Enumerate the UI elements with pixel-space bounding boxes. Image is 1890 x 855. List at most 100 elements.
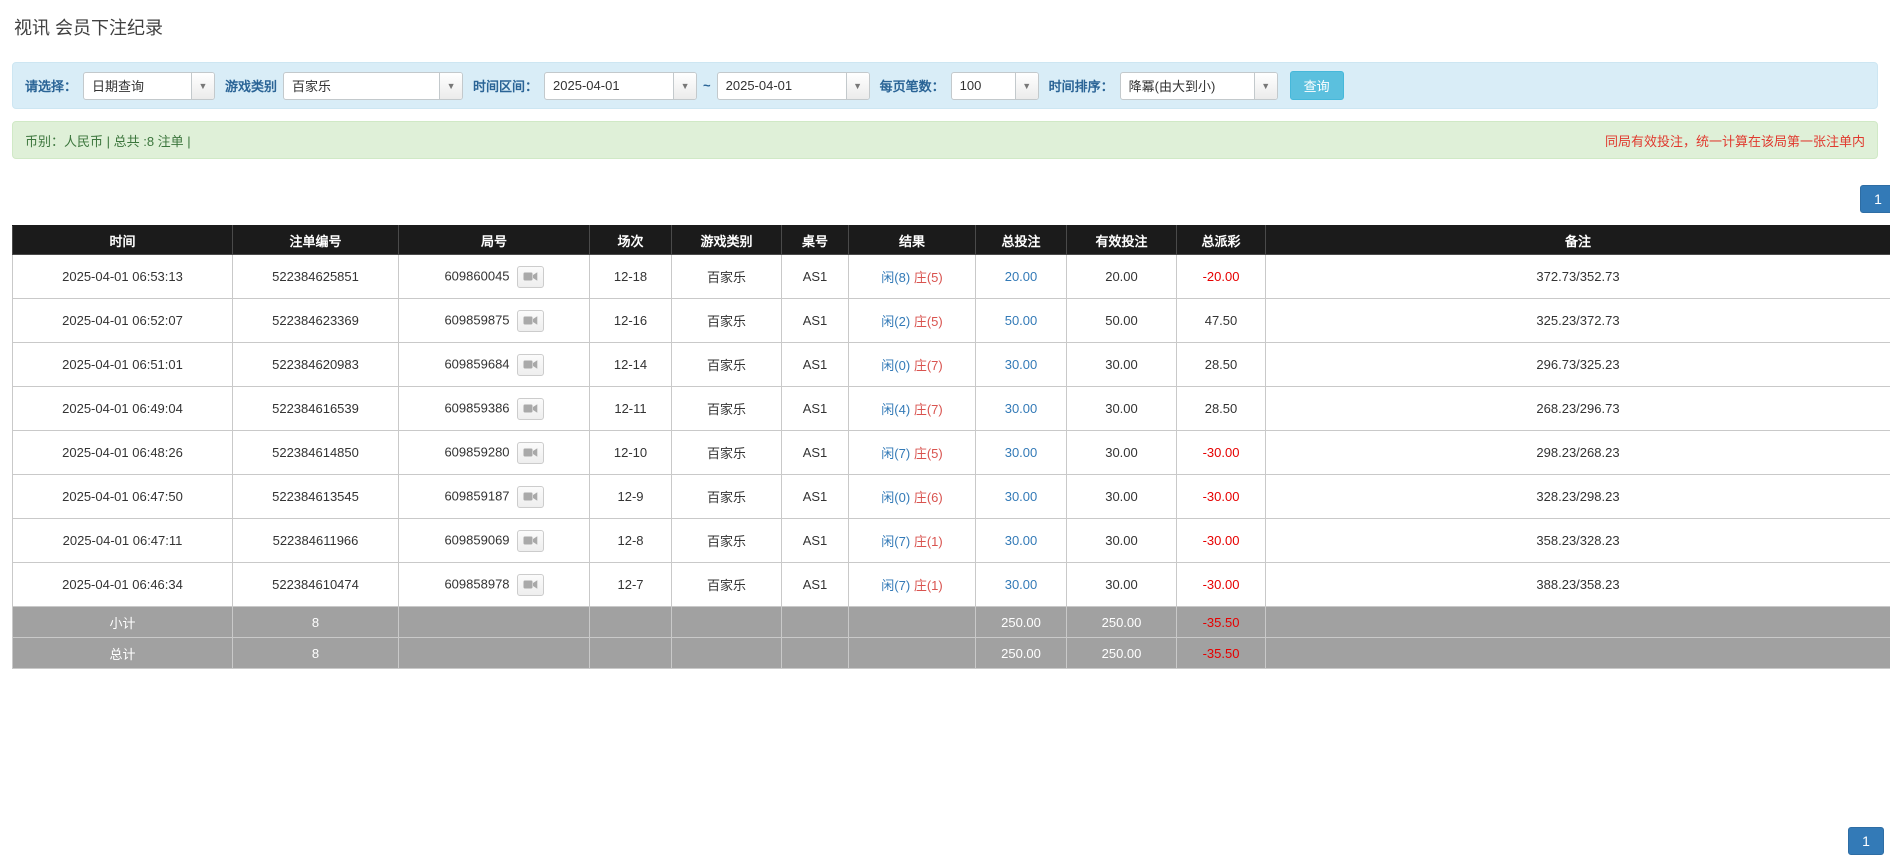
cell-payout: -30.00 <box>1177 431 1266 475</box>
column-header-2: 局号 <box>399 226 590 255</box>
game-type-select[interactable]: 百家乐 ▼ <box>283 72 463 100</box>
page-number-button[interactable]: 1 <box>1860 185 1890 213</box>
summary-cell: -35.50 <box>1177 638 1266 669</box>
video-replay-icon[interactable] <box>517 530 544 552</box>
cell-time: 2025-04-01 06:53:13 <box>13 255 233 299</box>
round-id-text: 609859386 <box>444 400 509 415</box>
cell-payout: -30.00 <box>1177 519 1266 563</box>
cell-time: 2025-04-01 06:51:01 <box>13 343 233 387</box>
table-row: 2025-04-01 06:47:11 522384611966 6098590… <box>13 519 1890 563</box>
cell-session: 12-10 <box>590 431 672 475</box>
cell-payout: -30.00 <box>1177 563 1266 607</box>
cell-result: 闲(4) 庄(7) <box>849 387 976 431</box>
filter-bar: 请选择： 日期查询 ▼ 游戏类别 百家乐 ▼ 时间区间： 2025-04-01 … <box>12 62 1878 109</box>
chevron-down-icon[interactable]: ▼ <box>1015 73 1038 99</box>
video-replay-icon[interactable] <box>517 486 544 508</box>
result-player: 闲(0) <box>881 490 910 505</box>
total-bet-link[interactable]: 50.00 <box>1005 313 1038 328</box>
result-player: 闲(7) <box>881 446 910 461</box>
cell-total-bet: 30.00 <box>976 387 1067 431</box>
total-bet-link[interactable]: 30.00 <box>1005 357 1038 372</box>
query-type-select[interactable]: 日期查询 ▼ <box>83 72 215 100</box>
column-header-10: 备注 <box>1266 226 1890 255</box>
chevron-down-icon[interactable]: ▼ <box>846 73 869 99</box>
sort-order-select[interactable]: 降冪(由大到小) ▼ <box>1120 72 1278 100</box>
result-banker: 庄(5) <box>914 270 943 285</box>
total-bet-link[interactable]: 30.00 <box>1005 489 1038 504</box>
summary-bar: 币别：人民币 | 总共 :8 注单 | 同局有效投注，统一计算在该局第一张注单内 <box>12 121 1878 159</box>
bet-records-table: 时间注单编号局号场次游戏类别桌号结果总投注有效投注总派彩备注 2025-04-0… <box>12 225 1890 669</box>
cell-session: 12-16 <box>590 299 672 343</box>
cell-total-bet: 50.00 <box>976 299 1067 343</box>
cell-total-bet: 20.00 <box>976 255 1067 299</box>
cell-game-type: 百家乐 <box>672 563 782 607</box>
total-bet-link[interactable]: 30.00 <box>1005 401 1038 416</box>
result-player: 闲(7) <box>881 534 910 549</box>
cell-payout: 47.50 <box>1177 299 1266 343</box>
video-replay-icon[interactable] <box>517 398 544 420</box>
table-row: 2025-04-01 06:49:04 522384616539 6098593… <box>13 387 1890 431</box>
round-id-text: 609859069 <box>444 532 509 547</box>
round-id-text: 609858978 <box>444 576 509 591</box>
result-player: 闲(8) <box>881 270 910 285</box>
video-replay-icon[interactable] <box>517 442 544 464</box>
cell-table-no: AS1 <box>782 475 849 519</box>
summary-cell: 8 <box>233 638 399 669</box>
page-number-button[interactable]: 1 <box>1848 827 1884 855</box>
cell-bet-id: 522384625851 <box>233 255 399 299</box>
column-header-0: 时间 <box>13 226 233 255</box>
cell-total-bet: 30.00 <box>976 563 1067 607</box>
cell-time: 2025-04-01 06:48:26 <box>13 431 233 475</box>
cell-result: 闲(7) 庄(1) <box>849 563 976 607</box>
cell-valid-bet: 30.00 <box>1067 343 1177 387</box>
column-header-7: 总投注 <box>976 226 1067 255</box>
round-id-text: 609860045 <box>444 268 509 283</box>
summary-cell <box>672 607 782 638</box>
date-to-picker[interactable]: 2025-04-01 ▼ <box>717 72 870 100</box>
video-replay-icon[interactable] <box>517 310 544 332</box>
round-id-text: 609859684 <box>444 356 509 371</box>
cell-note: 268.23/296.73 <box>1266 387 1890 431</box>
cell-session: 12-14 <box>590 343 672 387</box>
total-bet-link[interactable]: 30.00 <box>1005 445 1038 460</box>
search-button[interactable]: 查询 <box>1290 71 1344 100</box>
table-body: 2025-04-01 06:53:13 522384625851 6098600… <box>13 255 1890 607</box>
chevron-down-icon[interactable]: ▼ <box>439 73 462 99</box>
cell-game-type: 百家乐 <box>672 475 782 519</box>
cell-session: 12-9 <box>590 475 672 519</box>
cell-time: 2025-04-01 06:46:34 <box>13 563 233 607</box>
total-bet-link[interactable]: 30.00 <box>1005 577 1038 592</box>
date-from-picker[interactable]: 2025-04-01 ▼ <box>544 72 697 100</box>
cell-valid-bet: 50.00 <box>1067 299 1177 343</box>
summary-cell: 250.00 <box>1067 607 1177 638</box>
pagination-bottom: 1 <box>1848 827 1884 855</box>
chevron-down-icon[interactable]: ▼ <box>673 73 696 99</box>
cell-result: 闲(0) 庄(7) <box>849 343 976 387</box>
date-from-value: 2025-04-01 <box>545 78 673 93</box>
video-replay-icon[interactable] <box>517 266 544 288</box>
cell-round-id: 609859280 <box>399 431 590 475</box>
cell-round-id: 609859875 <box>399 299 590 343</box>
cell-note: 372.73/352.73 <box>1266 255 1890 299</box>
cell-round-id: 609859069 <box>399 519 590 563</box>
table-row: 2025-04-01 06:53:13 522384625851 6098600… <box>13 255 1890 299</box>
page-root: 视讯 会员下注纪录 请选择： 日期查询 ▼ 游戏类别 百家乐 ▼ 时间区间： 2… <box>0 0 1890 669</box>
game-type-label: 游戏类别 <box>225 76 277 95</box>
cell-valid-bet: 30.00 <box>1067 387 1177 431</box>
video-replay-icon[interactable] <box>517 574 544 596</box>
chevron-down-icon[interactable]: ▼ <box>1254 73 1277 99</box>
game-type-value: 百家乐 <box>284 76 439 95</box>
result-player: 闲(2) <box>881 314 910 329</box>
cell-result: 闲(7) 庄(1) <box>849 519 976 563</box>
result-player: 闲(4) <box>881 402 910 417</box>
page-size-select[interactable]: 100 ▼ <box>951 72 1039 100</box>
total-bet-link[interactable]: 20.00 <box>1005 269 1038 284</box>
cell-total-bet: 30.00 <box>976 343 1067 387</box>
video-replay-icon[interactable] <box>517 354 544 376</box>
chevron-down-icon[interactable]: ▼ <box>191 73 214 99</box>
total-bet-link[interactable]: 30.00 <box>1005 533 1038 548</box>
summary-cell <box>782 638 849 669</box>
cell-bet-id: 522384616539 <box>233 387 399 431</box>
summary-cell <box>590 607 672 638</box>
result-banker: 庄(5) <box>914 314 943 329</box>
